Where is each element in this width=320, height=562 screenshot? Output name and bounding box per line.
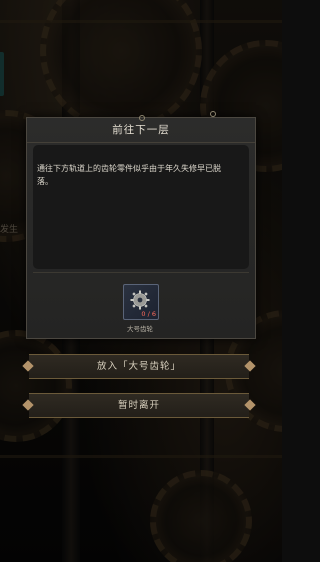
corner-ornament-icon	[210, 111, 216, 117]
item-slot-large-gear[interactable]: 0 / 6	[123, 284, 159, 320]
dialog-title: 前往下一层	[112, 124, 170, 136]
next-floor-dialog: 前往下一层 通往下方轨道上的齿轮零件似乎由于年久失修早已脱落。 0 / 6 大号…	[26, 111, 256, 339]
put-gear-button[interactable]: 放入「大号齿轮」	[29, 354, 249, 379]
item-count: 0 / 6	[141, 310, 156, 318]
leave-button[interactable]: 暂时离开	[29, 393, 249, 418]
divider	[33, 272, 249, 273]
item-name: 大号齿轮	[127, 325, 153, 333]
corner-ornament-icon	[139, 115, 145, 121]
dialog-title-bar: 前往下一层	[27, 118, 255, 143]
dialog-description: 通往下方轨道上的齿轮零件似乎由于年久失修早已脱落。	[37, 164, 221, 186]
gear-icon	[130, 290, 150, 310]
